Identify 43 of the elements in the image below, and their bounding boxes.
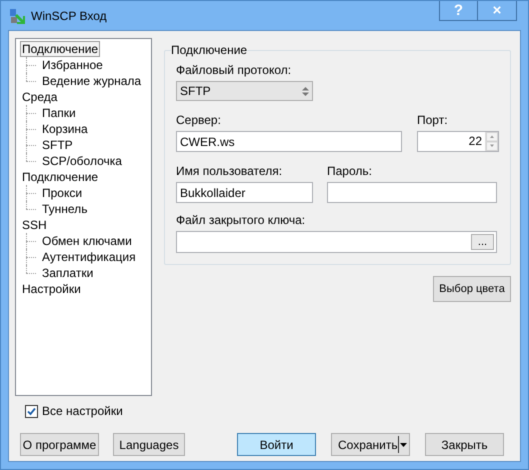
checkbox-label[interactable]: Все настройки: [42, 402, 123, 420]
tree-item[interactable]: Аутентификация: [40, 249, 138, 265]
tree-item[interactable]: Подключение: [20, 41, 100, 57]
field-label: Имя пользователя:: [176, 164, 284, 179]
dialog-button[interactable]: Закрыть: [425, 433, 504, 456]
checkbox[interactable]: [25, 404, 38, 418]
tree-item[interactable]: SCP/оболочка: [40, 153, 124, 169]
field-label: Файловый протокол:: [176, 63, 292, 78]
tree-item[interactable]: SFTP: [40, 137, 75, 153]
tree-item[interactable]: Папки: [40, 105, 78, 121]
browse-button[interactable]: ...: [471, 234, 494, 250]
login-button[interactable]: Войти: [237, 433, 316, 456]
dropdown-arrow-icon: [400, 442, 407, 446]
dialog-button[interactable]: Languages: [113, 433, 185, 456]
spin-arrows-icon: [485, 132, 498, 151]
tree-item[interactable]: Среда: [20, 89, 60, 105]
tree-item[interactable]: Обмен ключами: [40, 233, 134, 249]
tree-item[interactable]: Прокси: [40, 185, 84, 201]
port-field[interactable]: 22: [417, 131, 499, 152]
color-button[interactable]: Выбор цвета: [433, 276, 511, 302]
group-title: Подключение: [171, 42, 248, 59]
tree-item[interactable]: Туннель: [40, 201, 90, 217]
tree-item[interactable]: Подключение: [20, 169, 100, 185]
tree-item[interactable]: Ведение журнала: [40, 73, 144, 89]
tree-item[interactable]: Корзина: [40, 121, 90, 137]
dialog-button[interactable]: Сохранить: [331, 433, 410, 456]
key-file-field[interactable]: ...: [176, 231, 497, 253]
host-field[interactable]: CWER.ws: [176, 131, 402, 152]
tree-item[interactable]: Избранное: [40, 57, 105, 73]
field-label: Сервер:: [176, 113, 222, 128]
tree-item[interactable]: SSH: [20, 217, 49, 233]
protocol-select[interactable]: SFTP: [176, 81, 313, 101]
window-title: WinSCP Вход: [31, 8, 107, 24]
tree-item[interactable]: Заплатки: [40, 265, 96, 281]
password-field[interactable]: [327, 182, 497, 203]
dialog-button[interactable]: О программе: [20, 433, 99, 456]
spinner-arrows-icon: [302, 86, 309, 96]
tree-item[interactable]: Настройки: [20, 281, 83, 297]
field-label: Порт:: [417, 113, 449, 128]
username-field[interactable]: Bukkollaider: [176, 182, 313, 203]
field-label: Пароль:: [327, 164, 373, 179]
field-label: Файл закрытого ключа:: [176, 213, 306, 228]
app-icon: [9, 8, 25, 25]
